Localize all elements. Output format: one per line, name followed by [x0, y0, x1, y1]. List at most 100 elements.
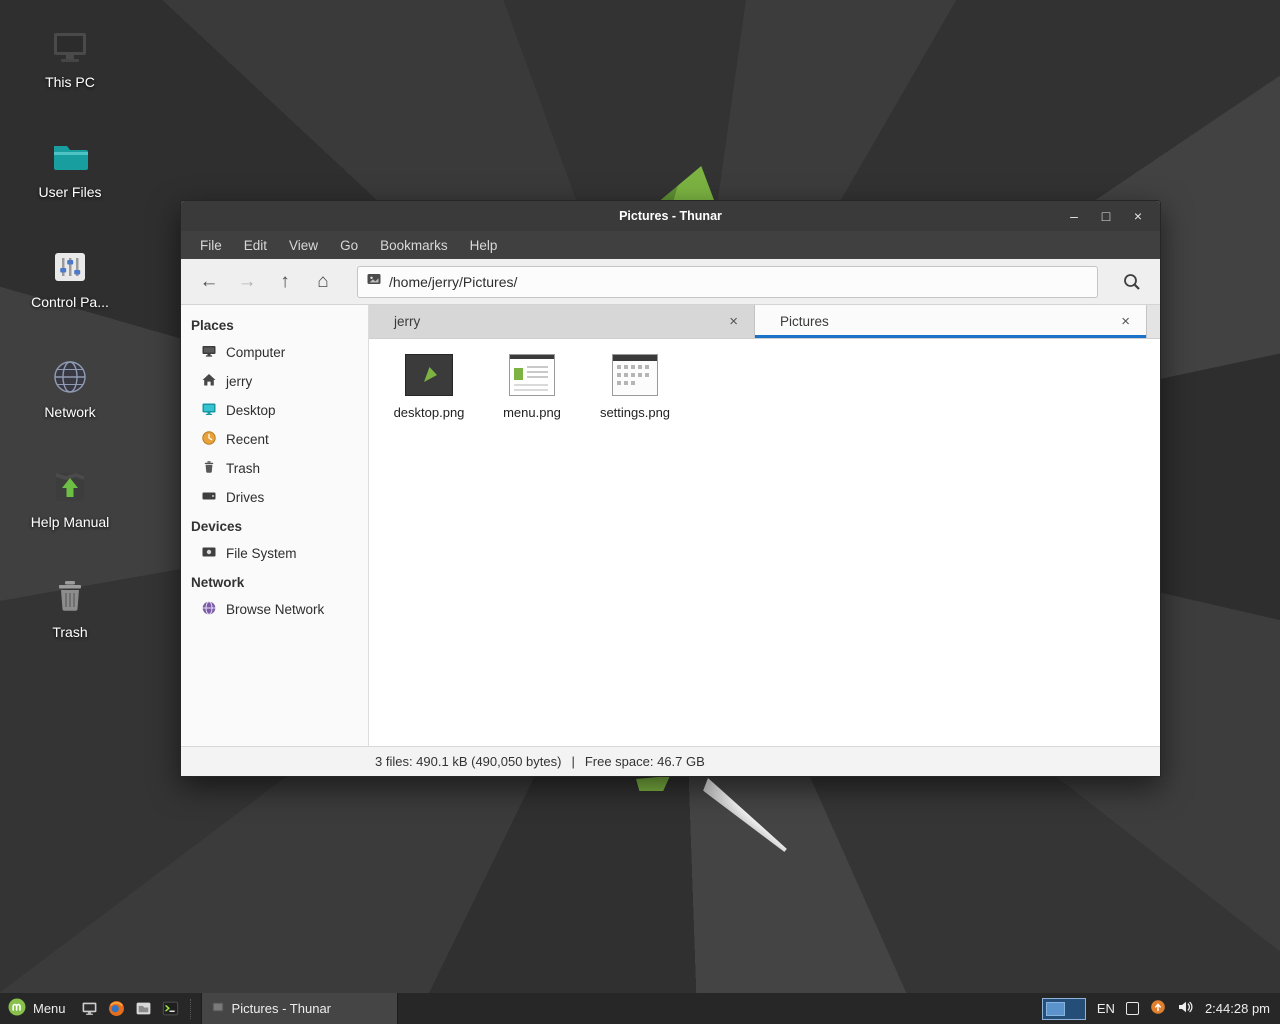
desktop-icon-label: This PC: [20, 74, 120, 90]
search-icon[interactable]: [1114, 265, 1150, 299]
desktop-icon-label: User Files: [20, 184, 120, 200]
update-manager-icon[interactable]: [1150, 999, 1166, 1018]
sidebar-item-recent[interactable]: Recent: [181, 425, 368, 454]
back-icon[interactable]: ←: [191, 265, 227, 299]
tab-close-icon[interactable]: ×: [725, 313, 742, 330]
tab-label: Pictures: [780, 314, 1117, 329]
desktop-icon-network[interactable]: Network: [20, 356, 120, 420]
tab-bar: jerry × Pictures ×: [369, 305, 1160, 339]
sidebar: Places Computer jerry Desktop Recent Tra…: [181, 305, 369, 746]
status-free-space: Free space: 46.7 GB: [585, 754, 705, 769]
home-icon[interactable]: ⌂: [305, 265, 341, 299]
sidebar-heading-places: Places: [181, 311, 368, 338]
main-pane: jerry × Pictures × desktop.png: [369, 305, 1160, 746]
maximize-icon[interactable]: □: [1090, 201, 1122, 231]
tab-jerry[interactable]: jerry ×: [369, 305, 755, 338]
system-tray: EN 2:44:28 pm: [1042, 993, 1280, 1024]
pager-active-window: [1046, 1002, 1065, 1016]
sidebar-item-browse-network[interactable]: Browse Network: [181, 595, 368, 624]
file-name: desktop.png: [381, 405, 477, 420]
sidebar-item-label: Drives: [226, 490, 264, 505]
filesystem-icon: [201, 544, 217, 563]
taskbar: Menu Pictures - Thunar EN 2:44:28 pm: [0, 993, 1280, 1024]
thunar-window: Pictures - Thunar – □ × File Edit View G…: [180, 200, 1161, 777]
menubar: File Edit View Go Bookmarks Help: [181, 231, 1160, 259]
status-files-text: 3 files: 490.1 kB (490,050 bytes): [375, 754, 561, 769]
file-thumbnail: [381, 349, 477, 401]
desktop-icon-trash[interactable]: Trash: [20, 576, 120, 640]
tab-pictures[interactable]: Pictures ×: [755, 305, 1147, 338]
up-icon[interactable]: ↑: [267, 265, 303, 299]
keyboard-layout-indicator[interactable]: EN: [1097, 1001, 1115, 1016]
sidebar-item-label: jerry: [226, 374, 252, 389]
drive-icon: [201, 488, 217, 507]
folder-icon: [49, 136, 91, 178]
desktop-icon-label: Network: [20, 404, 120, 420]
sidebar-item-file-system[interactable]: File System: [181, 539, 368, 568]
mint-logo-icon: [8, 998, 26, 1019]
sidebar-item-drives[interactable]: Drives: [181, 483, 368, 512]
home-icon: [201, 372, 217, 391]
path-input[interactable]: [389, 274, 1089, 290]
sidebar-item-desktop[interactable]: Desktop: [181, 396, 368, 425]
desktop-icon-help-manual[interactable]: Help Manual: [20, 466, 120, 530]
desktop-icon-label: Trash: [20, 624, 120, 640]
desktop-icon-this-pc[interactable]: This PC: [20, 26, 120, 90]
menu-edit[interactable]: Edit: [233, 234, 278, 257]
forward-icon[interactable]: →: [229, 265, 265, 299]
file-menu-png[interactable]: menu.png: [484, 349, 580, 420]
start-menu-label: Menu: [33, 1001, 66, 1016]
clock-icon: [201, 430, 217, 449]
file-view[interactable]: desktop.png menu.png settings.png: [369, 339, 1160, 746]
menu-go[interactable]: Go: [329, 234, 369, 257]
network-globe-icon: [201, 600, 217, 619]
sidebar-item-label: Browse Network: [226, 602, 324, 617]
file-manager-icon[interactable]: [130, 993, 157, 1024]
sidebar-item-home[interactable]: jerry: [181, 367, 368, 396]
menu-file[interactable]: File: [189, 234, 233, 257]
picture-icon: [366, 271, 382, 292]
tab-close-icon[interactable]: ×: [1117, 313, 1134, 330]
taskbar-window-button[interactable]: Pictures - Thunar: [201, 993, 398, 1024]
sidebar-item-label: Trash: [226, 461, 260, 476]
terminal-icon[interactable]: [157, 993, 184, 1024]
titlebar[interactable]: Pictures - Thunar – □ ×: [181, 201, 1160, 231]
trash-icon: [201, 459, 217, 478]
file-thumbnail: [587, 349, 683, 401]
toolbar: ← → ↑ ⌂: [181, 259, 1160, 305]
input-method-icon[interactable]: [1126, 1002, 1139, 1015]
file-thumbnail: [484, 349, 580, 401]
desktop-icon-user-files[interactable]: User Files: [20, 136, 120, 200]
help-manual-icon: [49, 466, 91, 508]
path-bar[interactable]: [357, 266, 1098, 298]
desktop-icon-control-panel[interactable]: Control Pa...: [20, 246, 120, 310]
menu-help[interactable]: Help: [459, 234, 509, 257]
sidebar-heading-devices: Devices: [181, 512, 368, 539]
start-menu-button[interactable]: Menu: [0, 993, 76, 1024]
show-desktop-icon[interactable]: [76, 993, 103, 1024]
minimize-icon[interactable]: –: [1058, 201, 1090, 231]
sidebar-item-label: Desktop: [226, 403, 276, 418]
sidebar-item-computer[interactable]: Computer: [181, 338, 368, 367]
network-globe-icon: [49, 356, 91, 398]
sidebar-item-trash[interactable]: Trash: [181, 454, 368, 483]
firefox-icon[interactable]: [103, 993, 130, 1024]
volume-icon[interactable]: [1177, 999, 1194, 1018]
status-separator: |: [571, 754, 574, 769]
file-desktop-png[interactable]: desktop.png: [381, 349, 477, 420]
menu-view[interactable]: View: [278, 234, 329, 257]
sidebar-item-label: File System: [226, 546, 297, 561]
close-icon[interactable]: ×: [1122, 201, 1154, 231]
file-settings-png[interactable]: settings.png: [587, 349, 683, 420]
menu-bookmarks[interactable]: Bookmarks: [369, 234, 459, 257]
sidebar-item-label: Recent: [226, 432, 269, 447]
taskbar-separator: [190, 999, 197, 1019]
computer-icon: [49, 26, 91, 68]
clock[interactable]: 2:44:28 pm: [1205, 1001, 1270, 1016]
desktop-icon-label: Help Manual: [20, 514, 120, 530]
computer-icon: [201, 343, 217, 362]
status-bar: 3 files: 490.1 kB (490,050 bytes) | Free…: [181, 746, 1160, 776]
window-title: Pictures - Thunar: [181, 201, 1160, 231]
tab-label: jerry: [394, 314, 725, 329]
workspace-pager[interactable]: [1042, 998, 1086, 1020]
